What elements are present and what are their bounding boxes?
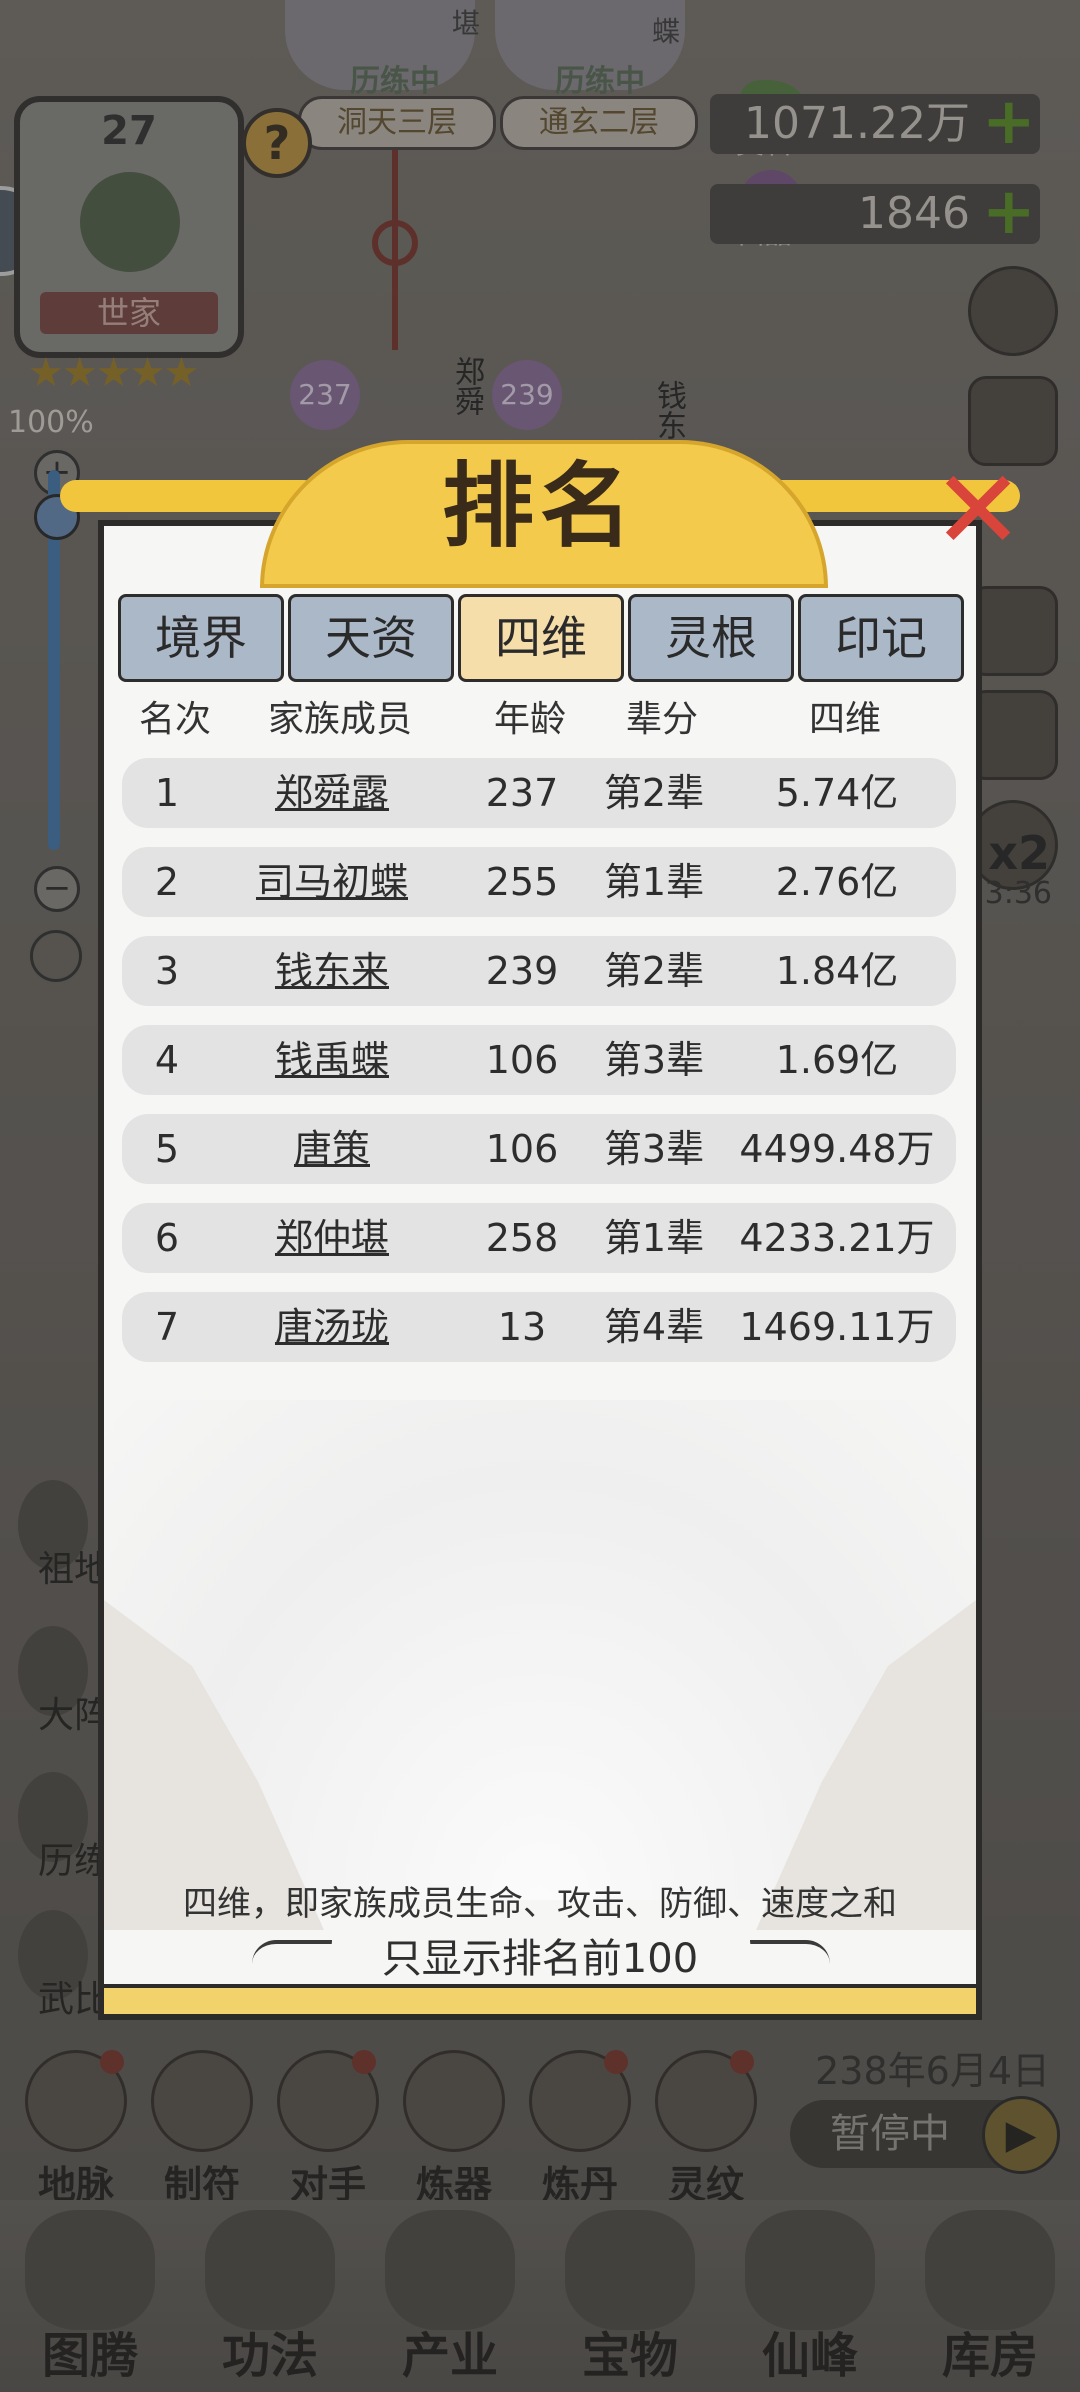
table-row[interactable]: 2 司马初蝶 255 第1辈 2.76亿 [122, 847, 956, 917]
dialog-title: 排名 [441, 453, 638, 560]
table-row[interactable]: 5 唐策 106 第3辈 4499.48万 [122, 1114, 956, 1184]
header-rank: 名次 [138, 699, 211, 740]
member-name-link[interactable]: 司马初蝶 [212, 847, 452, 917]
rank-cell: 1 [154, 771, 180, 815]
member-name-link[interactable]: 唐汤珑 [212, 1292, 452, 1362]
generation-cell: 第4辈 [603, 1305, 705, 1349]
four-stats-cell: 1469.11万 [739, 1305, 935, 1349]
age-cell: 106 [485, 1038, 559, 1082]
table-row[interactable]: 7 唐汤珑 13 第4辈 1469.11万 [122, 1292, 956, 1362]
top-100-note: 只显示排名前100 [381, 1936, 699, 1982]
member-name-link[interactable]: 钱禹蝶 [212, 1025, 452, 1095]
tab-realm[interactable]: 境界 [118, 594, 284, 682]
table-row[interactable]: 3 钱东来 239 第2辈 1.84亿 [122, 936, 956, 1006]
member-name-link[interactable]: 郑仲堪 [212, 1203, 452, 1273]
age-cell: 255 [485, 860, 559, 904]
header-four-stats: 四维 [808, 699, 881, 740]
member-name-link[interactable]: 郑舜露 [212, 758, 452, 828]
age-cell: 258 [485, 1216, 559, 1260]
table-row[interactable]: 6 郑仲堪 258 第1辈 4233.21万 [122, 1203, 956, 1273]
generation-cell: 第1辈 [603, 860, 705, 904]
close-icon[interactable]: ✕ [932, 455, 1024, 565]
header-member: 家族成员 [267, 699, 412, 740]
rank-cell: 6 [154, 1216, 180, 1260]
table-row[interactable]: 4 钱禹蝶 106 第3辈 1.69亿 [122, 1025, 956, 1095]
generation-cell: 第3辈 [603, 1038, 705, 1082]
header-age: 年龄 [493, 699, 566, 740]
tab-seal[interactable]: 印记 [798, 594, 964, 682]
tab-spirit-root[interactable]: 灵根 [628, 594, 794, 682]
tab-aptitude[interactable]: 天资 [288, 594, 454, 682]
generation-cell: 第1辈 [603, 1216, 705, 1260]
four-stats-cell: 4233.21万 [739, 1216, 935, 1260]
four-stats-cell: 2.76亿 [775, 860, 899, 904]
ranking-tabs: 境界 天资 四维 灵根 印记 [118, 594, 964, 682]
four-stats-cell: 1.84亿 [775, 949, 899, 993]
tab-four-stats[interactable]: 四维 [458, 594, 624, 682]
four-stats-explanation: 四维，即家族成员生命、攻击、防御、速度之和 [183, 1884, 897, 1924]
swirl-decoration-right [750, 1940, 830, 1964]
header-generation: 辈分 [625, 699, 698, 740]
age-cell: 237 [485, 771, 559, 815]
age-cell: 239 [485, 949, 559, 993]
member-name-link[interactable]: 钱东来 [212, 936, 452, 1006]
table-row[interactable]: 1 郑舜露 237 第2辈 5.74亿 [122, 758, 956, 828]
generation-cell: 第2辈 [603, 949, 705, 993]
four-stats-cell: 4499.48万 [739, 1127, 935, 1171]
age-cell: 106 [485, 1127, 559, 1171]
generation-cell: 第3辈 [603, 1127, 705, 1171]
age-cell: 13 [497, 1305, 547, 1349]
table-header: 名次 家族成员 年龄 辈分 四维 [130, 690, 960, 750]
rank-cell: 2 [154, 860, 180, 904]
rank-cell: 3 [154, 949, 180, 993]
four-stats-cell: 1.69亿 [775, 1038, 899, 1082]
dialog-bottom-rim [104, 1984, 976, 2014]
generation-cell: 第2辈 [603, 771, 705, 815]
rank-cell: 5 [154, 1127, 180, 1171]
member-name-link[interactable]: 唐策 [212, 1114, 452, 1184]
four-stats-cell: 5.74亿 [775, 771, 899, 815]
rank-cell: 4 [154, 1038, 180, 1082]
rank-cell: 7 [154, 1305, 180, 1349]
